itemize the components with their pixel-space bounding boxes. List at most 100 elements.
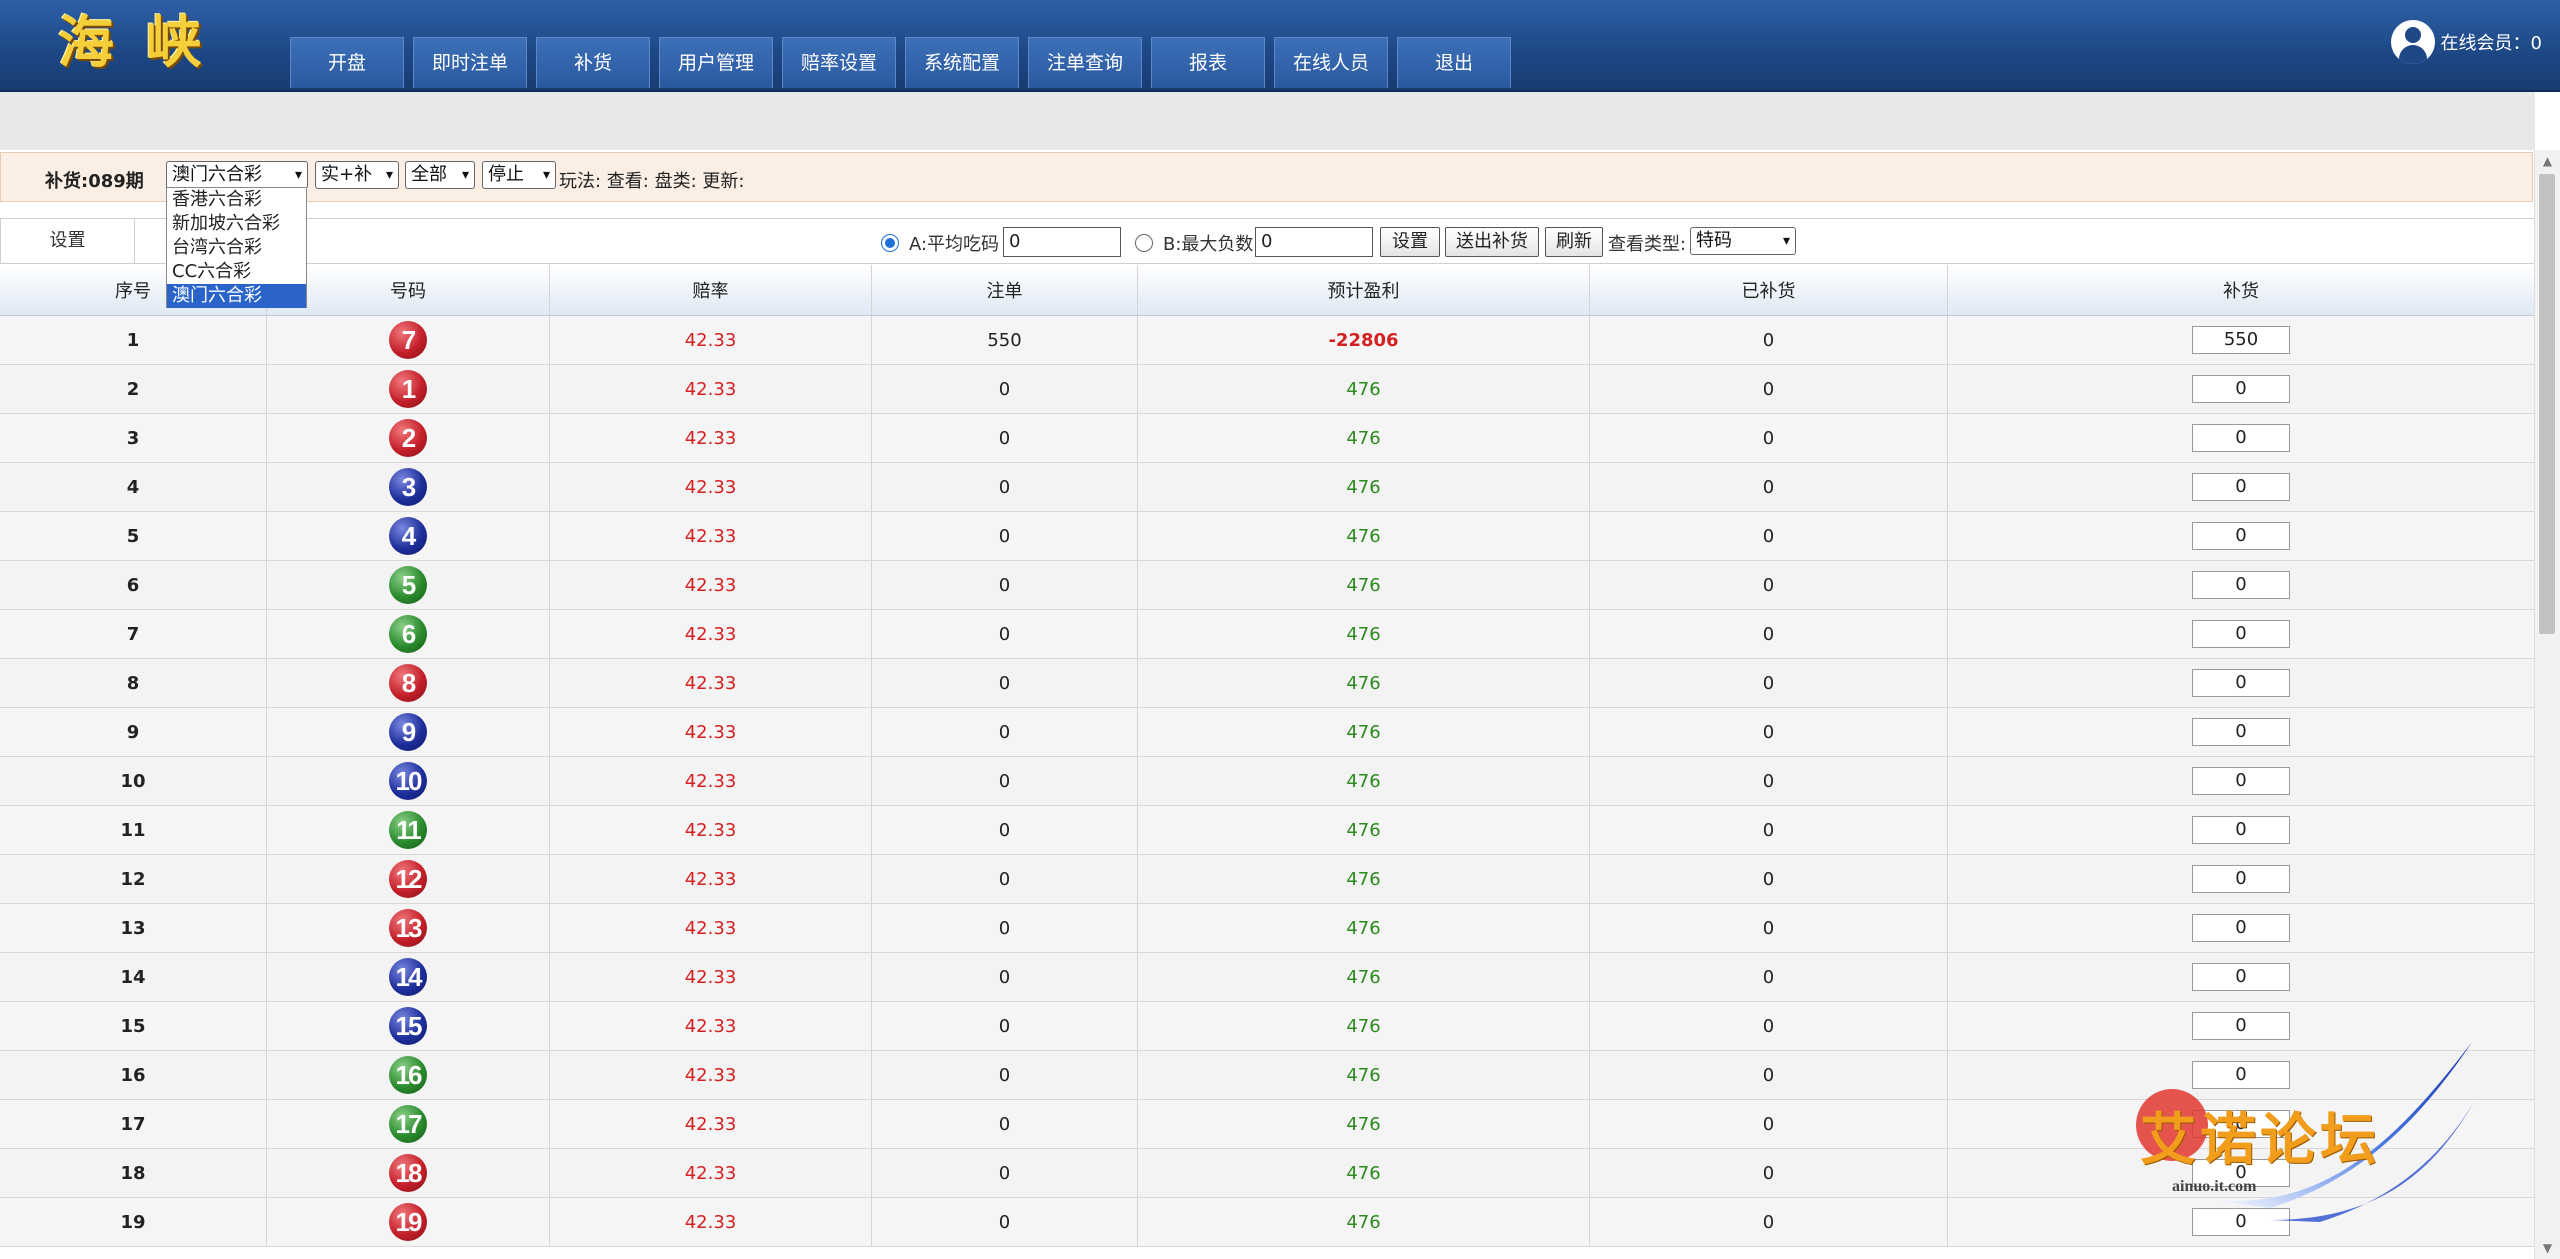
number-ball-icon: 2 — [389, 419, 427, 457]
replenish-input[interactable]: 550 — [2192, 326, 2290, 354]
table-row: 11 11 42.33 0 476 0 0 — [0, 806, 2535, 855]
number-ball-icon: 9 — [389, 713, 427, 751]
nav-reports[interactable]: 报表 — [1151, 37, 1265, 88]
number-ball-icon: 5 — [389, 566, 427, 604]
lottery-select[interactable]: 澳门六合彩 ▾ — [166, 161, 308, 189]
header-odds: 赔率 — [550, 265, 872, 315]
row-bets: 0 — [872, 610, 1138, 658]
settings-bar: 设置 A:平均吃码 0 B:最大负数 0 设置 送出补货 刷新 查看类型: 特码… — [0, 218, 2535, 264]
row-replenish-cell: 0 — [1948, 659, 2535, 707]
nav-bet-query[interactable]: 注单查询 — [1028, 37, 1142, 88]
row-odds: 42.33 — [550, 463, 872, 511]
option-b-input[interactable]: 0 — [1255, 227, 1373, 257]
row-number: 12 — [267, 855, 550, 903]
row-odds: 42.33 — [550, 806, 872, 854]
row-number: 11 — [267, 806, 550, 854]
scrollbar-thumb[interactable] — [2539, 174, 2555, 634]
row-bets: 0 — [872, 463, 1138, 511]
row-odds: 42.33 — [550, 414, 872, 462]
row-replenish-cell: 0 — [1948, 561, 2535, 609]
nav-online-users[interactable]: 在线人员 — [1274, 37, 1388, 88]
period-title: 补货:089期 — [45, 171, 144, 192]
set-button[interactable]: 设置 — [1380, 227, 1440, 257]
header-replenish: 补货 — [1948, 265, 2535, 315]
gray-strip — [0, 92, 2535, 150]
row-index: 9 — [0, 708, 267, 756]
scroll-down-icon[interactable]: ▼ — [2535, 1237, 2560, 1259]
row-odds: 42.33 — [550, 365, 872, 413]
view-type-label: 查看类型: — [1608, 234, 1687, 255]
row-index: 15 — [0, 1002, 267, 1050]
replenish-input[interactable]: 0 — [2192, 963, 2290, 991]
row-replenished: 0 — [1590, 1051, 1948, 1099]
row-index: 1 — [0, 316, 267, 364]
status-select[interactable]: 停止 ▾ — [482, 161, 556, 189]
row-odds: 42.33 — [550, 1100, 872, 1148]
row-profit: 476 — [1138, 1002, 1590, 1050]
nav-user-management[interactable]: 用户管理 — [659, 37, 773, 88]
forum-watermark: 艾诺论坛 ainuo.it.com — [2120, 1030, 2480, 1230]
option-a-radio[interactable] — [881, 234, 899, 252]
replenish-input[interactable]: 0 — [2192, 669, 2290, 697]
replenish-input[interactable]: 0 — [2192, 522, 2290, 550]
lottery-option[interactable]: 香港六合彩 — [167, 188, 306, 212]
row-bets: 0 — [872, 757, 1138, 805]
scroll-up-icon[interactable]: ▲ — [2535, 150, 2560, 172]
lottery-option[interactable]: CC六合彩 — [167, 260, 306, 284]
watermark-url: ainuo.it.com — [2172, 1178, 2257, 1195]
row-replenished: 0 — [1590, 610, 1948, 658]
mode-select[interactable]: 实+补 ▾ — [315, 161, 399, 189]
settings-label: 设置 — [1, 219, 135, 263]
row-number: 6 — [267, 610, 550, 658]
scope-select[interactable]: 全部 ▾ — [405, 161, 475, 189]
row-bets: 550 — [872, 316, 1138, 364]
row-bets: 0 — [872, 904, 1138, 952]
replenish-input[interactable]: 0 — [2192, 767, 2290, 795]
replenish-input[interactable]: 0 — [2192, 865, 2290, 893]
number-ball-icon: 8 — [389, 664, 427, 702]
row-number: 16 — [267, 1051, 550, 1099]
replenish-input[interactable]: 0 — [2192, 914, 2290, 942]
nav-open-market[interactable]: 开盘 — [290, 37, 404, 88]
row-index: 19 — [0, 1198, 267, 1246]
replenish-input[interactable]: 0 — [2192, 424, 2290, 452]
row-bets: 0 — [872, 512, 1138, 560]
row-replenished: 0 — [1590, 1002, 1948, 1050]
lottery-option[interactable]: 新加坡六合彩 — [167, 212, 306, 236]
row-number: 13 — [267, 904, 550, 952]
row-index: 4 — [0, 463, 267, 511]
option-a-input[interactable]: 0 — [1003, 227, 1121, 257]
row-replenish-cell: 0 — [1948, 855, 2535, 903]
replenish-input[interactable]: 0 — [2192, 473, 2290, 501]
replenish-input[interactable]: 0 — [2192, 718, 2290, 746]
view-type-select[interactable]: 特码 ▾ — [1690, 227, 1796, 255]
nav-replenish[interactable]: 补货 — [536, 37, 650, 88]
row-odds: 42.33 — [550, 1051, 872, 1099]
row-odds: 42.33 — [550, 561, 872, 609]
row-profit: 476 — [1138, 904, 1590, 952]
table-row: 12 12 42.33 0 476 0 0 — [0, 855, 2535, 904]
replenish-input[interactable]: 0 — [2192, 571, 2290, 599]
row-replenish-cell: 0 — [1948, 708, 2535, 756]
send-replenish-button[interactable]: 送出补货 — [1445, 227, 1539, 257]
number-ball-icon: 16 — [389, 1056, 427, 1094]
replenish-input[interactable]: 0 — [2192, 375, 2290, 403]
nav-live-bets[interactable]: 即时注单 — [413, 37, 527, 88]
row-replenished: 0 — [1590, 1149, 1948, 1197]
vertical-scrollbar[interactable]: ▲ ▼ — [2534, 150, 2560, 1259]
row-index: 5 — [0, 512, 267, 560]
refresh-button[interactable]: 刷新 — [1545, 227, 1603, 257]
replenish-input[interactable]: 0 — [2192, 816, 2290, 844]
row-replenish-cell: 0 — [1948, 904, 2535, 952]
row-profit: 476 — [1138, 610, 1590, 658]
nav-odds-settings[interactable]: 赔率设置 — [782, 37, 896, 88]
number-ball-icon: 13 — [389, 909, 427, 947]
row-profit: 476 — [1138, 1198, 1590, 1246]
replenish-input[interactable]: 0 — [2192, 620, 2290, 648]
option-b-label: B:最大负数 — [1163, 234, 1254, 255]
nav-logout[interactable]: 退出 — [1397, 37, 1511, 88]
lottery-option[interactable]: 台湾六合彩 — [167, 236, 306, 260]
nav-system-config[interactable]: 系统配置 — [905, 37, 1019, 88]
option-b-radio[interactable] — [1135, 234, 1153, 252]
lottery-option-selected[interactable]: 澳门六合彩 — [167, 284, 306, 308]
